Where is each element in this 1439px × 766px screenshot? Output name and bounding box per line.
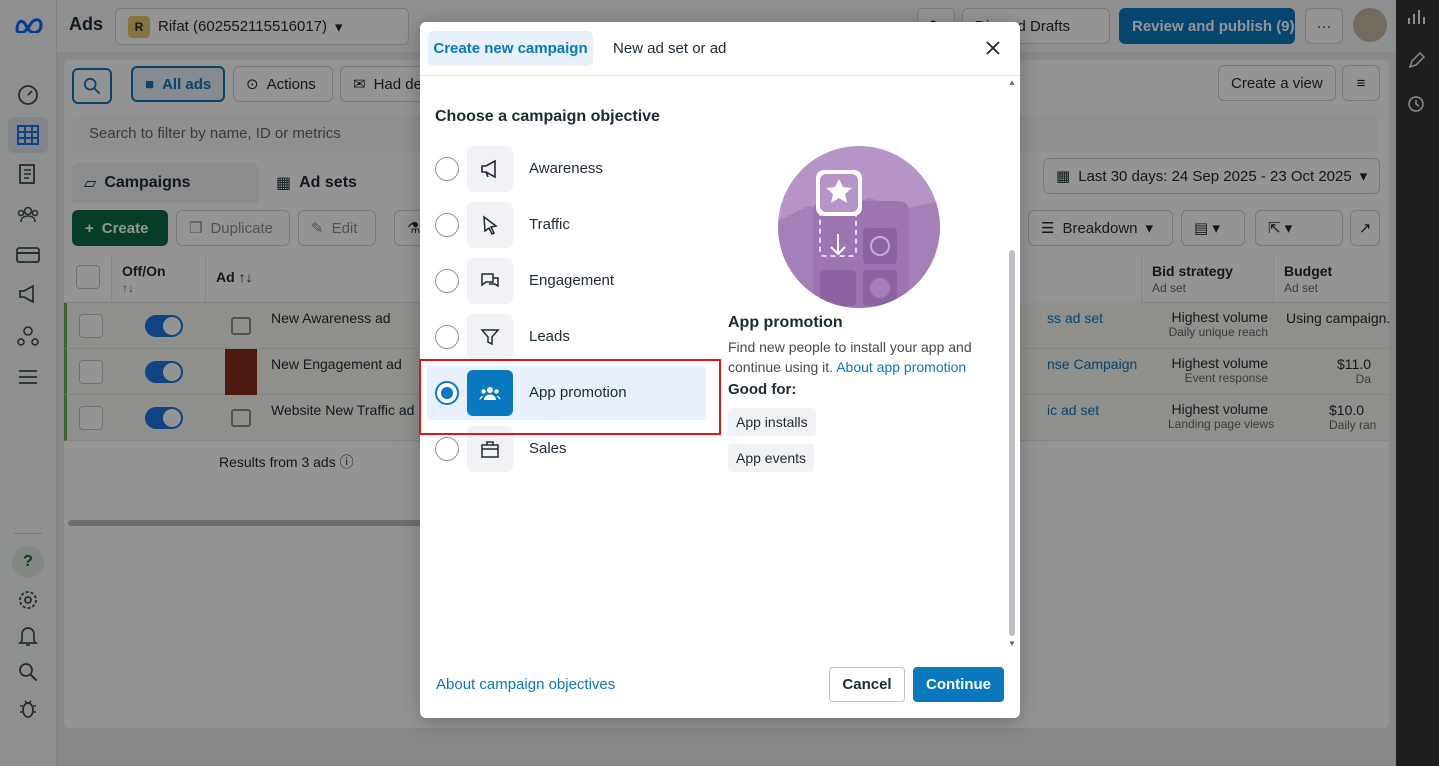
objective-traffic[interactable]: Traffic [427, 198, 706, 252]
cancel-button[interactable]: Cancel [829, 667, 905, 702]
objective-label: Awareness [529, 160, 603, 177]
objective-label: Traffic [529, 216, 570, 233]
objective-leads[interactable]: Leads [427, 310, 706, 364]
objective-label: Engagement [529, 272, 615, 289]
scroll-down-arrow-icon[interactable]: ▼ [1007, 639, 1017, 649]
clock-history-icon[interactable] [1407, 95, 1427, 115]
tab-new-ad-set-or-ad[interactable]: New ad set or ad [613, 31, 726, 66]
about-app-promotion-link[interactable]: About app promotion [836, 359, 966, 375]
chat-bubbles-icon [467, 258, 513, 304]
app-promotion-illustration [778, 146, 940, 308]
objective-label: Leads [529, 328, 570, 345]
continue-button[interactable]: Continue [913, 667, 1004, 702]
right-rail [1396, 0, 1439, 766]
selected-objective-name: App promotion [728, 314, 843, 331]
selected-objective-description: Find new people to install your app and … [728, 337, 990, 377]
objective-radio[interactable] [435, 269, 459, 293]
objective-awareness[interactable]: Awareness [427, 142, 706, 196]
objective-label: Sales [529, 440, 567, 457]
filter-funnel-icon [467, 314, 513, 360]
cursor-icon [467, 202, 513, 248]
dialog-scrollbar-thumb[interactable] [1009, 250, 1015, 636]
pencil-icon[interactable] [1407, 51, 1427, 72]
dialog-divider [420, 75, 1020, 76]
megaphone-icon [467, 146, 513, 192]
dialog-title: Choose a campaign objective [435, 108, 660, 125]
objective-radio[interactable] [435, 325, 459, 349]
good-for-chip: App installs [728, 408, 816, 436]
objective-engagement[interactable]: Engagement [427, 254, 706, 308]
good-for-chip: App events [728, 444, 815, 472]
close-button[interactable] [981, 36, 1005, 60]
objective-radio[interactable] [435, 437, 459, 461]
close-icon [986, 41, 1000, 55]
about-campaign-objectives-link[interactable]: About campaign objectives [436, 676, 615, 693]
bar-chart-icon[interactable] [1407, 8, 1427, 28]
selection-highlight-box [419, 359, 721, 435]
good-for-heading: Good for: [728, 381, 797, 398]
objective-radio[interactable] [435, 157, 459, 181]
scroll-up-arrow-icon[interactable]: ▲ [1007, 78, 1017, 88]
objective-radio[interactable] [435, 213, 459, 237]
tab-create-new-campaign[interactable]: Create new campaign [428, 31, 593, 66]
